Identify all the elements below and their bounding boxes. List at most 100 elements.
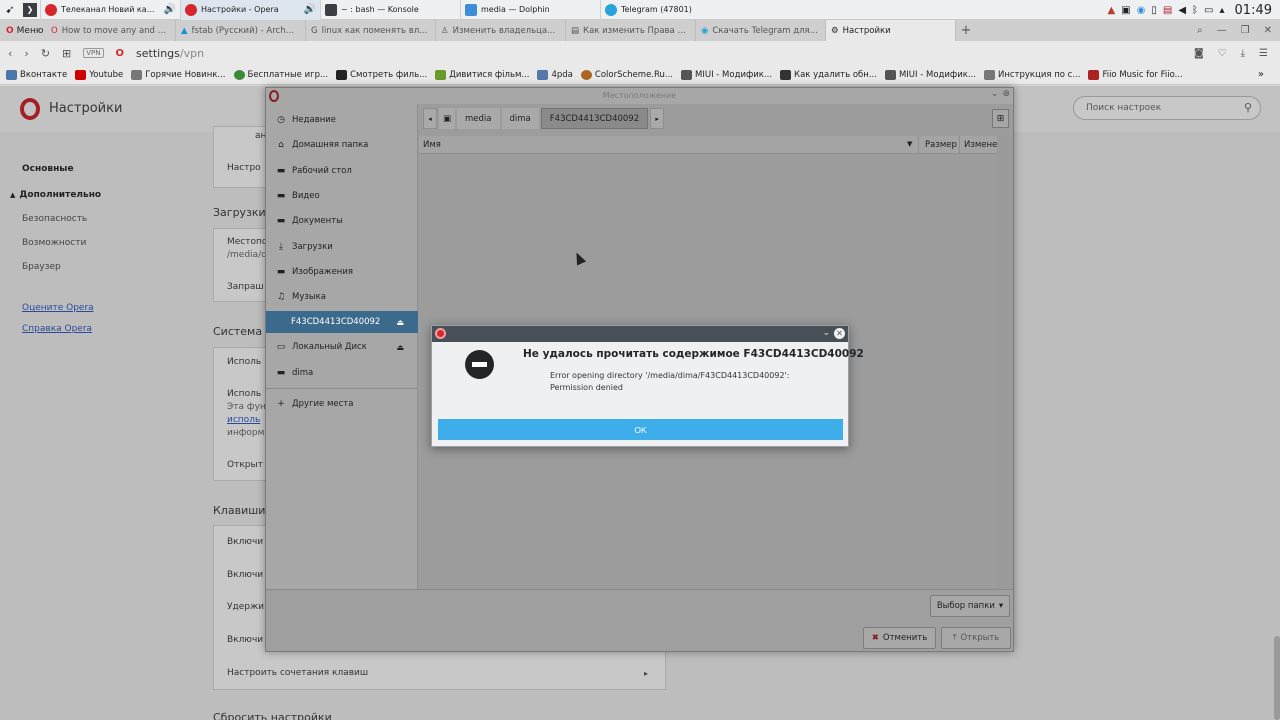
maximize-icon[interactable]: ❐: [1241, 25, 1250, 36]
app-launcher-icon[interactable]: ➹: [0, 0, 20, 20]
collapse-icon[interactable]: ⌄: [991, 89, 999, 99]
nav-advanced[interactable]: ▲ Дополнительно: [10, 190, 101, 200]
place-desktop[interactable]: ▬ Рабочий стол: [266, 160, 418, 182]
dialog-titlebar[interactable]: Местоположение ⌄ ⊗: [266, 88, 1013, 104]
path-crumb-current[interactable]: F43CD4413CD40092: [540, 108, 649, 129]
bookmark-item[interactable]: Инструкция по с...: [983, 69, 1080, 80]
new-folder-button[interactable]: ⊞: [992, 109, 1009, 128]
setting-link[interactable]: исполь: [227, 415, 260, 425]
collapse-icon[interactable]: ⌄: [822, 328, 830, 338]
place-videos[interactable]: ▬ Видео: [266, 185, 418, 207]
settings-search-input[interactable]: Поиск настроек ⚲: [1073, 96, 1261, 120]
keyboard-layout-icon[interactable]: ▤: [1163, 5, 1172, 16]
path-root-drive[interactable]: ▣: [439, 108, 456, 129]
bookmark-item[interactable]: Смотреть филь...: [336, 69, 427, 80]
url-field[interactable]: settings/vpn: [136, 47, 204, 60]
forward-icon[interactable]: ›: [24, 47, 28, 60]
new-tab-button[interactable]: +: [956, 23, 976, 38]
speaker-icon[interactable]: 🔊: [164, 4, 176, 15]
open-button[interactable]: ⤒ Открыть: [941, 627, 1011, 649]
close-icon[interactable]: ✕: [1264, 25, 1272, 36]
bookmarks-overflow-icon[interactable]: »: [1258, 69, 1264, 80]
path-forward-icon[interactable]: ▸: [650, 108, 665, 129]
bookmark-item[interactable]: Дивитися фільм...: [435, 69, 529, 80]
column-modified[interactable]: Изменен: [959, 136, 997, 153]
place-dima[interactable]: ▬ dima: [266, 362, 418, 384]
place-pictures[interactable]: ▬ Изображения: [266, 261, 418, 283]
page-scrollbar[interactable]: [1274, 636, 1280, 720]
bookmark-item[interactable]: ColorScheme.Ru...: [580, 69, 673, 80]
error-dialog-titlebar[interactable]: ⌄ ✕: [432, 326, 848, 342]
filter-select[interactable]: Выбор папки ▾: [930, 595, 1010, 617]
path-back-icon[interactable]: ◂: [423, 108, 437, 129]
place-documents[interactable]: ▬ Документы: [266, 210, 418, 232]
network-icon[interactable]: ◉: [1137, 5, 1146, 16]
bookmark-item[interactable]: Как удалить обн...: [780, 69, 877, 80]
setting-text[interactable]: Включи: [227, 570, 263, 580]
place-music[interactable]: ♫ Музыка: [266, 286, 418, 308]
setting-text[interactable]: Открыт: [227, 460, 263, 470]
clock[interactable]: 01:49: [1235, 3, 1272, 18]
reload-icon[interactable]: ↻: [41, 47, 50, 60]
place-home[interactable]: ⌂ Домашняя папка: [266, 134, 418, 156]
place-downloads[interactable]: ⤓ Загрузки: [266, 236, 418, 258]
path-crumb[interactable]: dima: [501, 108, 539, 129]
volume-icon[interactable]: ◀: [1178, 5, 1186, 16]
task-item[interactable]: Настройки - Opera 🔊: [180, 0, 320, 20]
task-item[interactable]: Телеканал Новий канал Н... 🔊: [40, 0, 180, 20]
browser-tab[interactable]: ◉ Скачать Telegram для...: [696, 20, 826, 41]
close-icon[interactable]: ✕: [834, 328, 845, 339]
tray-expand-icon[interactable]: ▴: [1220, 5, 1225, 16]
column-size[interactable]: Размер: [918, 136, 963, 153]
nav-basic[interactable]: Основные: [22, 164, 74, 174]
place-other-locations[interactable]: + Другие места: [266, 393, 418, 415]
opera-menu-button[interactable]: O Меню: [0, 20, 46, 41]
column-name[interactable]: Имя: [423, 140, 441, 150]
task-item[interactable]: ~ : bash — Konsole: [320, 0, 460, 20]
search-tabs-icon[interactable]: ⌕: [1197, 25, 1203, 36]
browser-tab[interactable]: O How to move any and a...: [46, 20, 176, 41]
bookmark-item[interactable]: Youtube: [75, 69, 123, 80]
tabs-grid-icon[interactable]: ⊞: [62, 47, 71, 60]
bookmark-item[interactable]: Горячие Новинк...: [131, 69, 226, 80]
download-icon[interactable]: ⤓: [1241, 48, 1245, 59]
bookmark-item[interactable]: MIUI - Модифик...: [681, 69, 772, 80]
path-crumb[interactable]: media: [457, 108, 500, 129]
setting-text[interactable]: Исполь: [227, 389, 261, 399]
setting-text[interactable]: Включи: [227, 537, 263, 547]
browser-tab[interactable]: ▤ Как изменить Права Д...: [566, 20, 696, 41]
browser-tab[interactable]: Glinux как поменять вл...: [306, 20, 436, 41]
place-local-disk[interactable]: ▭ Локальный Диск ⏏: [266, 336, 418, 358]
heart-icon[interactable]: ♡: [1218, 48, 1227, 59]
easy-setup-icon[interactable]: ☰: [1259, 48, 1268, 59]
minimize-icon[interactable]: —: [1217, 25, 1227, 36]
speaker-icon[interactable]: 🔊: [304, 4, 316, 15]
nav-features[interactable]: Возможности: [22, 238, 86, 248]
back-icon[interactable]: ‹: [8, 47, 12, 60]
configure-shortcuts-item[interactable]: Настроить сочетания клавиш: [227, 668, 368, 678]
eject-icon[interactable]: ⏏: [396, 318, 404, 327]
place-drive-selected[interactable]: F43CD4413CD40092 ⏏: [266, 311, 418, 333]
bookmark-item[interactable]: Бесплатные игр...: [233, 69, 328, 80]
bookmark-item[interactable]: MIUI - Модифик...: [884, 69, 976, 80]
eject-icon[interactable]: ⏏: [396, 343, 404, 352]
close-icon[interactable]: ⊗: [1002, 89, 1010, 99]
network-status-icon[interactable]: ▭: [1204, 5, 1213, 16]
bluetooth-icon[interactable]: ᛒ: [1192, 5, 1198, 16]
setting-text[interactable]: Включи: [227, 635, 263, 645]
rate-opera-link[interactable]: Оцените Opera: [22, 303, 94, 313]
ok-button[interactable]: OK: [438, 419, 843, 440]
bookmark-item[interactable]: 4pda: [537, 69, 573, 80]
bookmark-item[interactable]: Вконтакте: [6, 69, 67, 80]
setting-text[interactable]: Исполь: [227, 357, 261, 367]
vpn-badge[interactable]: VPN: [83, 48, 104, 58]
setting-text[interactable]: Настро: [227, 163, 261, 173]
setting-text[interactable]: Удержи: [227, 602, 264, 612]
browser-tab-active[interactable]: ⚙ Настройки: [826, 20, 956, 41]
browser-tab[interactable]: ▲ fstab (Русский) - ArchW...: [176, 20, 306, 41]
task-item[interactable]: media — Dolphin: [460, 0, 600, 20]
bookmark-item[interactable]: Fiio Music for Fiio...: [1088, 69, 1183, 80]
notification-icon[interactable]: ▲: [1107, 5, 1115, 16]
camera-icon[interactable]: ◙: [1194, 48, 1204, 59]
clipboard-icon[interactable]: ▣: [1121, 5, 1130, 16]
